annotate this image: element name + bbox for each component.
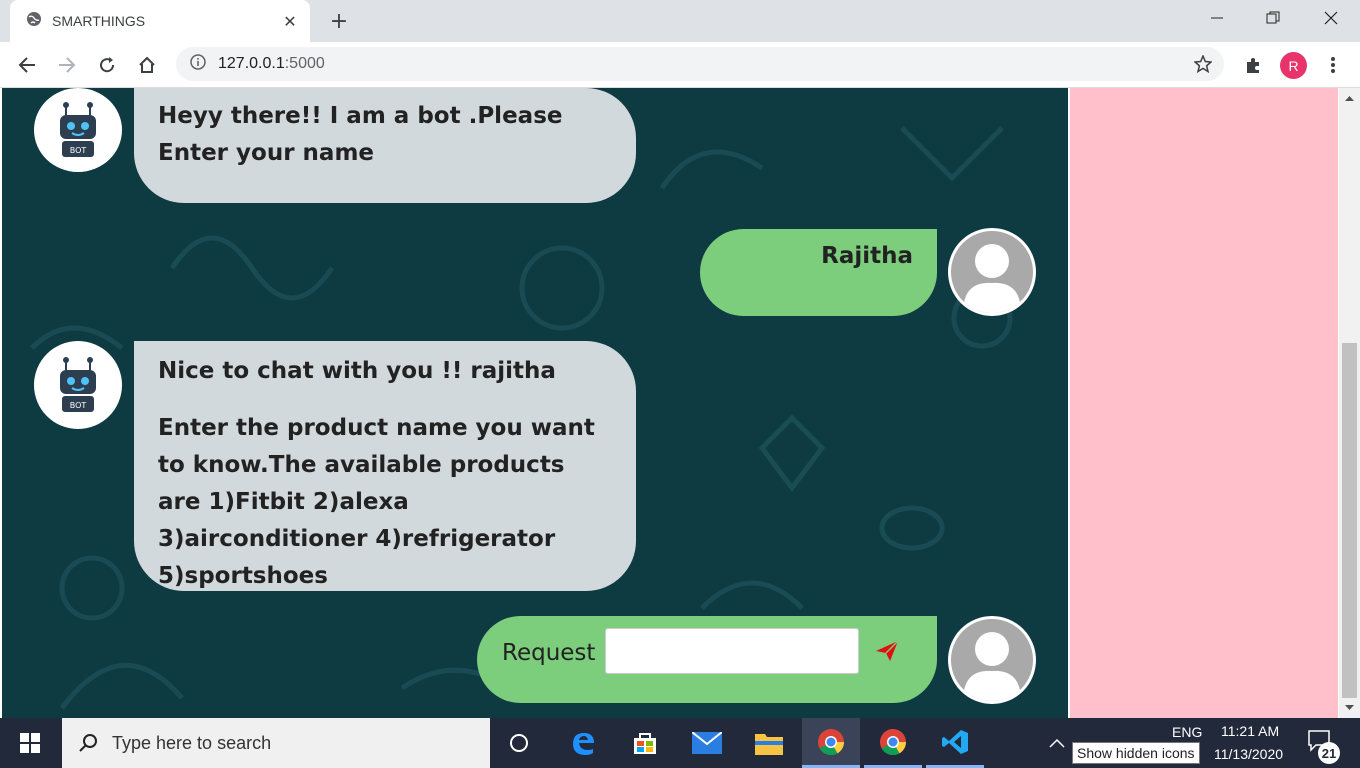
browser-toolbar: 127.0.0.1:5000 R bbox=[0, 42, 1360, 88]
bot-avatar: BOT bbox=[34, 341, 122, 429]
request-form: Request bbox=[477, 616, 937, 703]
chrome-icon bbox=[880, 728, 907, 755]
home-button[interactable] bbox=[132, 50, 162, 80]
user-silhouette-icon bbox=[963, 632, 1021, 701]
clock-time[interactable]: 11:21 AM bbox=[1221, 723, 1279, 739]
file-explorer-icon[interactable] bbox=[740, 718, 798, 768]
search-icon bbox=[79, 734, 97, 752]
windows-start-button[interactable] bbox=[0, 718, 60, 768]
extensions-icon[interactable] bbox=[1238, 50, 1268, 80]
user-avatar bbox=[948, 616, 1036, 704]
cortana-icon[interactable] bbox=[490, 718, 548, 768]
bot-message-text: Enter the product name you want to know.… bbox=[158, 415, 595, 589]
user-silhouette-icon bbox=[963, 244, 1021, 313]
address-bar[interactable]: 127.0.0.1:5000 bbox=[176, 47, 1224, 81]
close-window-button[interactable] bbox=[1308, 0, 1354, 36]
profile-avatar[interactable]: R bbox=[1280, 52, 1307, 79]
search-placeholder: Type here to search bbox=[112, 732, 272, 753]
new-tab-button[interactable]: + bbox=[326, 8, 352, 34]
reload-button[interactable] bbox=[92, 50, 122, 80]
tooltip: Show hidden icons bbox=[1072, 742, 1200, 764]
chrome-icon bbox=[818, 728, 845, 755]
page-viewport: BOT Heyy there!! I am a bot .Please Ente… bbox=[0, 88, 1360, 718]
browser-tab[interactable]: SMARTHINGS ✕ bbox=[10, 0, 310, 42]
taskbar: Type here to search ENG 11:21 AM 11/13/2… bbox=[0, 718, 1360, 768]
robot-icon: BOT bbox=[60, 102, 96, 157]
notification-badge: 21 bbox=[1318, 742, 1340, 764]
edge-icon[interactable] bbox=[554, 718, 612, 768]
mail-icon[interactable] bbox=[678, 718, 736, 768]
user-message: Rajitha bbox=[700, 229, 937, 316]
user-avatar bbox=[948, 228, 1036, 316]
bot-message-text: Heyy there!! I am a bot .Please Enter yo… bbox=[158, 103, 563, 166]
bookmark-star-icon[interactable] bbox=[1193, 54, 1213, 77]
svg-text:BOT: BOT bbox=[70, 401, 87, 410]
chat-area: BOT Heyy there!! I am a bot .Please Ente… bbox=[2, 88, 1068, 718]
store-icon[interactable] bbox=[616, 718, 674, 768]
globe-icon bbox=[26, 11, 42, 31]
tab-title: SMARTHINGS bbox=[52, 13, 146, 29]
vertical-scrollbar[interactable] bbox=[1339, 88, 1360, 718]
minimize-button[interactable] bbox=[1194, 0, 1240, 36]
language-indicator[interactable]: ENG bbox=[1172, 724, 1202, 740]
vscode-icon[interactable] bbox=[926, 718, 984, 768]
bot-message: Nice to chat with you !! rajitha Enter t… bbox=[134, 341, 636, 591]
chevron-up-icon[interactable] bbox=[1048, 734, 1066, 753]
back-button[interactable] bbox=[12, 50, 42, 80]
windows-logo-icon bbox=[20, 733, 40, 753]
request-label: Request bbox=[502, 640, 596, 666]
request-input[interactable] bbox=[605, 628, 859, 674]
svg-text:BOT: BOT bbox=[70, 146, 87, 155]
forward-button[interactable] bbox=[52, 50, 82, 80]
taskbar-search[interactable]: Type here to search bbox=[62, 718, 490, 768]
scroll-down-icon[interactable] bbox=[1339, 702, 1360, 714]
clock-date[interactable]: 11/13/2020 bbox=[1214, 746, 1283, 762]
chrome-taskbar-window[interactable] bbox=[864, 718, 922, 768]
menu-kebab-icon[interactable] bbox=[1318, 50, 1348, 80]
chrome-taskbar-active[interactable] bbox=[802, 718, 860, 768]
info-icon[interactable] bbox=[190, 54, 206, 74]
robot-icon: BOT bbox=[60, 357, 96, 412]
bot-message: Heyy there!! I am a bot .Please Enter yo… bbox=[134, 88, 636, 203]
tab-strip: SMARTHINGS ✕ + bbox=[0, 0, 1360, 42]
close-tab-icon[interactable]: ✕ bbox=[278, 9, 302, 33]
side-panel bbox=[1070, 88, 1338, 718]
scroll-up-icon[interactable] bbox=[1339, 92, 1360, 104]
restore-button[interactable] bbox=[1250, 0, 1296, 36]
bot-avatar: BOT bbox=[34, 88, 122, 172]
url-text: 127.0.0.1:5000 bbox=[218, 55, 325, 72]
scroll-thumb[interactable] bbox=[1342, 343, 1357, 698]
bot-message-text: Nice to chat with you !! rajitha bbox=[158, 358, 556, 384]
user-message-text: Rajitha bbox=[821, 243, 913, 269]
send-icon[interactable] bbox=[875, 640, 899, 668]
